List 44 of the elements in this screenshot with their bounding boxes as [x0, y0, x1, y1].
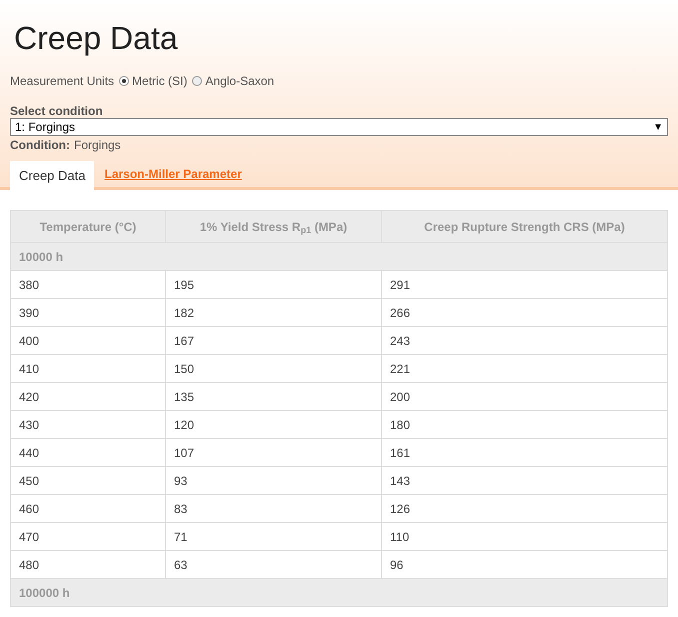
table-cell: 93: [166, 466, 382, 494]
table-cell: 266: [382, 298, 668, 326]
table-cell: 135: [166, 382, 382, 410]
table-cell: 470: [10, 522, 166, 550]
table-cell: 400: [10, 326, 166, 354]
condition-label: Condition:: [10, 137, 70, 153]
unit-radio[interactable]: Metric (SI): [119, 72, 188, 90]
table-cell: 110: [382, 522, 668, 550]
table-cell: 420: [10, 382, 166, 410]
condition-value: Forgings: [74, 137, 121, 153]
table-cell: 83: [166, 494, 382, 522]
table-cell: 380: [10, 270, 166, 298]
unit-radio[interactable]: Anglo-Saxon: [192, 72, 274, 90]
table-cell: 126: [382, 494, 668, 522]
table-cell: 291: [382, 270, 668, 298]
group-header: 10000 h: [10, 242, 668, 270]
table-cell: 460: [10, 494, 166, 522]
condition-select[interactable]: 1: Forgings ▼: [10, 118, 668, 136]
table-cell: 71: [166, 522, 382, 550]
column-header: 1% Yield Stress R$_{p1}$ (MPa): [166, 210, 382, 242]
column-header: Creep Rupture Strength CRS (MPa): [382, 210, 668, 242]
table-cell: 120: [166, 410, 382, 438]
table-cell: 410: [10, 354, 166, 382]
table-cell: 150: [166, 354, 382, 382]
table-cell: 390: [10, 298, 166, 326]
table-cell: 195: [166, 270, 382, 298]
units-label: Measurement Units: [10, 73, 114, 90]
table-cell: 430: [10, 410, 166, 438]
group-header: 100000 h: [10, 578, 668, 606]
table-cell: 243: [382, 326, 668, 354]
table-cell: 450: [10, 466, 166, 494]
table-cell: 182: [166, 298, 382, 326]
table-cell: 167: [166, 326, 382, 354]
table-cell: 161: [382, 438, 668, 466]
table-cell: 180: [382, 410, 668, 438]
table-cell: 200: [382, 382, 668, 410]
tab[interactable]: Creep Data: [10, 161, 94, 190]
column-header: Temperature (°C): [10, 210, 166, 242]
table-cell: 440: [10, 438, 166, 466]
table-cell: 221: [382, 354, 668, 382]
select-label: Select condition: [10, 104, 103, 118]
table-cell: 143: [382, 466, 668, 494]
page-title: Creep Data: [13, 19, 178, 58]
table-cell: 107: [166, 438, 382, 466]
